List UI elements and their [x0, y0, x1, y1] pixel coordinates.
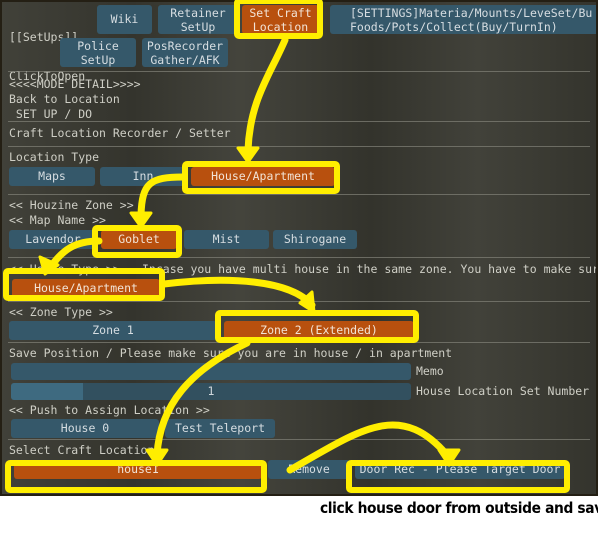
- assign-location-label: << Push to Assign Location >>: [9, 403, 210, 417]
- craft-location-house1-button[interactable]: house1: [14, 460, 262, 479]
- divider-topbar: [8, 71, 590, 72]
- houzine-zone-label: << Houzine Zone >>: [9, 198, 134, 212]
- house-0-button[interactable]: House 0: [11, 419, 159, 438]
- mode-detail-header: <<<<MODE DETAIL>>>>: [9, 77, 141, 91]
- slider-fill: [11, 383, 83, 400]
- divider-location-type: [8, 194, 590, 195]
- location-type-maps-button[interactable]: Maps: [9, 167, 95, 186]
- location-type-section: Location Type Maps Inn House/Apartment: [2, 150, 596, 191]
- remove-button[interactable]: Remove: [268, 460, 350, 479]
- zone-type-zone1-button[interactable]: Zone 1: [9, 321, 217, 340]
- zone-type-zone2-button[interactable]: Zone 2 (Extended): [224, 321, 414, 340]
- memo-input[interactable]: [11, 363, 411, 380]
- police-setup-button[interactable]: Police SetUp: [60, 38, 136, 67]
- slider-value: 1: [207, 384, 215, 398]
- select-craft-location-label: Select Craft Location: [9, 443, 155, 457]
- location-type-label: Location Type: [9, 150, 100, 164]
- retainer-setup-button[interactable]: Retainer SetUp: [158, 5, 238, 34]
- house-location-set-number-slider[interactable]: 1: [11, 383, 411, 400]
- location-type-house-apartment-button[interactable]: House/Apartment: [191, 167, 335, 186]
- divider-house-type: [8, 301, 590, 302]
- divider-section: [8, 146, 590, 147]
- test-teleport-button[interactable]: Test Teleport: [165, 419, 275, 438]
- save-position-section: Save Position / Please make sure you are…: [2, 346, 596, 403]
- divider-assign: [8, 439, 590, 440]
- location-type-inn-button[interactable]: Inn: [100, 167, 186, 186]
- mode-detail-line2: SET UP / DO: [9, 107, 93, 121]
- house-type-label: << House Type >>: [9, 262, 120, 276]
- map-mist-button[interactable]: Mist: [184, 230, 269, 249]
- memo-field-label: Memo: [416, 364, 444, 378]
- house-type-house-apartment-button[interactable]: House/Apartment: [12, 279, 160, 298]
- map-goblet-button[interactable]: Goblet: [101, 230, 177, 249]
- posrecorder-button[interactable]: PosRecorder Gather/AFK: [142, 38, 228, 67]
- assign-location-section: << Push to Assign Location >> House 0 Te…: [2, 403, 596, 441]
- save-position-label: Save Position / Please make sure you are…: [9, 346, 453, 360]
- zone-type-label: << Zone Type >>: [9, 305, 113, 319]
- addon-window: [[SetUps]] ClickToOpen Wiki Retainer Set…: [0, 0, 598, 496]
- zone-type-section: << Zone Type >> Zone 1 Zone 2 (Extended): [2, 305, 596, 345]
- house-type-hint: Incase you have multi house in the same …: [142, 262, 598, 276]
- door-rec-button[interactable]: Door Rec - Please Target Door: [355, 460, 565, 479]
- section-title: Craft Location Recorder / Setter: [9, 126, 231, 140]
- wiki-button[interactable]: Wiki: [97, 5, 152, 34]
- divider-houzine: [8, 257, 590, 258]
- select-craft-location-section: Select Craft Location house1 Remove Door…: [2, 443, 596, 485]
- section-title-row: Craft Location Recorder / Setter: [2, 125, 596, 143]
- settings-button[interactable]: [SETTINGS]Materia/Mounts/LeveSet/Bu Food…: [330, 5, 596, 34]
- map-lavendor-button[interactable]: Lavendor: [9, 230, 97, 249]
- house-type-section: << House Type >> Incase you have multi h…: [2, 261, 596, 303]
- set-craft-location-button[interactable]: Set Craft Location: [242, 5, 319, 34]
- divider-mode: [8, 121, 590, 122]
- caption-text: click house door from outside and save i…: [320, 499, 598, 517]
- house-location-set-number-label: House Location Set Number: [416, 384, 590, 398]
- divider-zone-type: [8, 342, 590, 343]
- mode-detail-section: <<<<MODE DETAIL>>>> Back to Location SET…: [2, 75, 596, 125]
- houzine-zone-section: << Houzine Zone >> << Map Name >> Lavend…: [2, 198, 596, 254]
- setups-topbar: [[SetUps]] ClickToOpen Wiki Retainer Set…: [2, 2, 596, 83]
- mode-detail-line1: Back to Location: [9, 92, 120, 106]
- map-shirogane-button[interactable]: Shirogane: [273, 230, 357, 249]
- map-name-label: << Map Name >>: [9, 213, 106, 227]
